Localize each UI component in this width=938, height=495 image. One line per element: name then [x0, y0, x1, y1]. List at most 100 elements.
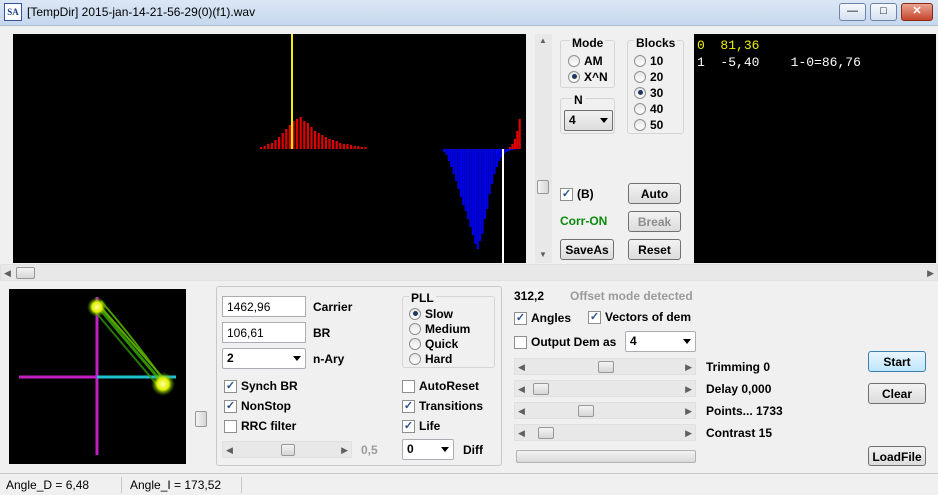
br-input[interactable]: 106,61: [222, 322, 306, 343]
loadfile-button[interactable]: LoadFile: [868, 446, 926, 466]
reset-button[interactable]: Reset: [628, 239, 681, 260]
carrier-input[interactable]: 1462,96: [222, 296, 306, 317]
mode-xn-radio[interactable]: X^N: [568, 69, 608, 84]
delay-slider[interactable]: ◀ ▶: [514, 380, 696, 397]
pll-quick-radio[interactable]: Quick: [409, 336, 458, 351]
pll-medium-radio[interactable]: Medium: [409, 321, 470, 336]
transitions-checkbox[interactable]: ✓ Transitions: [402, 398, 483, 414]
life-checkbox[interactable]: ✓ Life: [402, 418, 440, 434]
maximize-button[interactable]: □: [870, 3, 897, 21]
pll-label: PLL: [409, 291, 436, 305]
scroll-right-icon[interactable]: ▶: [927, 268, 934, 279]
nonstop-checkbox[interactable]: ✓ NonStop: [224, 398, 291, 414]
spectrum-svg: [260, 34, 521, 263]
spectrum-bar-blue: [512, 149, 515, 150]
vscroll-thumb[interactable]: [537, 180, 549, 194]
contrast-slider[interactable]: ◀ ▶: [514, 424, 696, 441]
spectrum-bar-blue: [507, 149, 510, 151]
contrast-label: Contrast 15: [706, 426, 773, 440]
br-label: BR: [313, 326, 331, 340]
angles-checkbox[interactable]: ✓ Angles: [514, 310, 571, 326]
spectrum-bar-red: [270, 143, 273, 149]
hscroll-thumb[interactable]: [16, 267, 35, 279]
spectrum-vscroll[interactable]: ▲ ▼: [535, 34, 552, 263]
carrier-label: Carrier: [313, 300, 353, 314]
spectrum-bar-red: [513, 139, 516, 149]
saveas-button[interactable]: SaveAs: [560, 239, 614, 260]
rrc-filter-checkbox[interactable]: RRC filter: [224, 418, 296, 434]
pll-slow-radio[interactable]: Slow: [409, 306, 453, 321]
readout-row-1: 1 -5,40 1-0=86,76: [697, 55, 861, 70]
close-button[interactable]: ✕: [901, 3, 933, 21]
diff-label: Diff: [463, 443, 483, 457]
diff-select[interactable]: 0: [402, 439, 454, 460]
progress-bar: [516, 450, 696, 463]
app-icon: SA: [4, 3, 22, 21]
scroll-left-icon[interactable]: ◀: [4, 268, 11, 279]
blocks-20-radio[interactable]: 20: [634, 69, 663, 84]
auto-button[interactable]: Auto: [628, 183, 681, 204]
spectrum-bar-red: [314, 131, 317, 149]
spectrum-bar-red: [317, 133, 320, 149]
filter-slider-value: 0,5: [361, 443, 378, 457]
constellation-scroll[interactable]: [193, 289, 210, 464]
blocks-30-radio[interactable]: 30: [634, 85, 663, 100]
check-icon: ✓: [560, 187, 573, 201]
slider-thumb[interactable]: [533, 383, 549, 395]
n-select[interactable]: 4: [564, 110, 613, 131]
output-dem-select[interactable]: 4: [625, 331, 696, 352]
minimize-button[interactable]: —: [839, 3, 866, 21]
scroll-up-icon[interactable]: ▲: [539, 36, 547, 45]
points-label: Points... 1733: [706, 404, 783, 418]
spectrum-bar-red: [274, 140, 277, 149]
autoreset-checkbox[interactable]: AutoReset: [402, 378, 479, 394]
spectrum-bar-red: [263, 146, 266, 149]
spectrum-bar-red: [306, 123, 309, 149]
spectrum-bar-red: [360, 147, 363, 149]
mode-am-radio[interactable]: AM: [568, 53, 603, 68]
synch-br-checkbox[interactable]: ✓ Synch BR: [224, 378, 298, 394]
spectrum-bar-red: [321, 135, 324, 149]
spectrum-bar-red: [342, 144, 345, 149]
constellation-svg: [19, 297, 176, 455]
spectrum-bar-blue: [479, 149, 482, 241]
spectrum-bar-red: [267, 144, 270, 149]
scroll-down-icon[interactable]: ▼: [539, 250, 547, 259]
start-button[interactable]: Start: [868, 351, 926, 372]
spectrum-bar-blue: [445, 149, 448, 155]
spectrum-bar-red: [353, 146, 356, 149]
spectrum-bar-blue: [505, 149, 508, 152]
b-checkbox[interactable]: ✓ (B): [560, 186, 594, 202]
slider-thumb[interactable]: [281, 444, 295, 456]
chevron-down-icon: [600, 118, 608, 123]
spectrum-bar-red: [303, 121, 306, 149]
break-button[interactable]: Break: [628, 211, 681, 232]
pll-hard-radio[interactable]: Hard: [409, 351, 452, 366]
clear-button[interactable]: Clear: [868, 383, 926, 404]
spectrum-hscroll[interactable]: ◀ ▶: [0, 264, 938, 281]
spectrum-bar-red: [296, 119, 299, 149]
spectrum-bar-blue: [452, 149, 455, 174]
status-bar: Angle_D = 6,48 Angle_I = 173,52: [0, 473, 938, 495]
points-slider[interactable]: ◀ ▶: [514, 402, 696, 419]
readout-row-0: 0 81,36: [697, 38, 760, 53]
symbol-cluster-1: [87, 297, 107, 317]
blocks-40-radio[interactable]: 40: [634, 101, 663, 116]
filter-slider[interactable]: ◀ ▶: [222, 441, 352, 458]
constellation-scroll-thumb[interactable]: [195, 411, 207, 427]
blocks-50-radio[interactable]: 50: [634, 117, 663, 132]
mode-label: Mode: [570, 36, 606, 50]
blocks-10-radio[interactable]: 10: [634, 53, 663, 68]
vectors-checkbox[interactable]: ✓ Vectors of dem: [588, 309, 691, 325]
slider-thumb[interactable]: [578, 405, 594, 417]
slider-thumb[interactable]: [538, 427, 554, 439]
spectrum-bar-red: [260, 147, 263, 149]
slider-thumb[interactable]: [598, 361, 614, 373]
blocks-group: Blocks 10 20 30 40 50: [627, 36, 684, 134]
spectrum-bar-red: [346, 144, 349, 149]
output-dem-checkbox[interactable]: Output Dem as: [514, 334, 616, 350]
nary-select[interactable]: 2: [222, 348, 306, 369]
pll-group: PLL Slow Medium Quick Hard: [402, 291, 495, 368]
spectrum-bar-red: [357, 146, 360, 149]
trimming-slider[interactable]: ◀ ▶: [514, 358, 696, 375]
